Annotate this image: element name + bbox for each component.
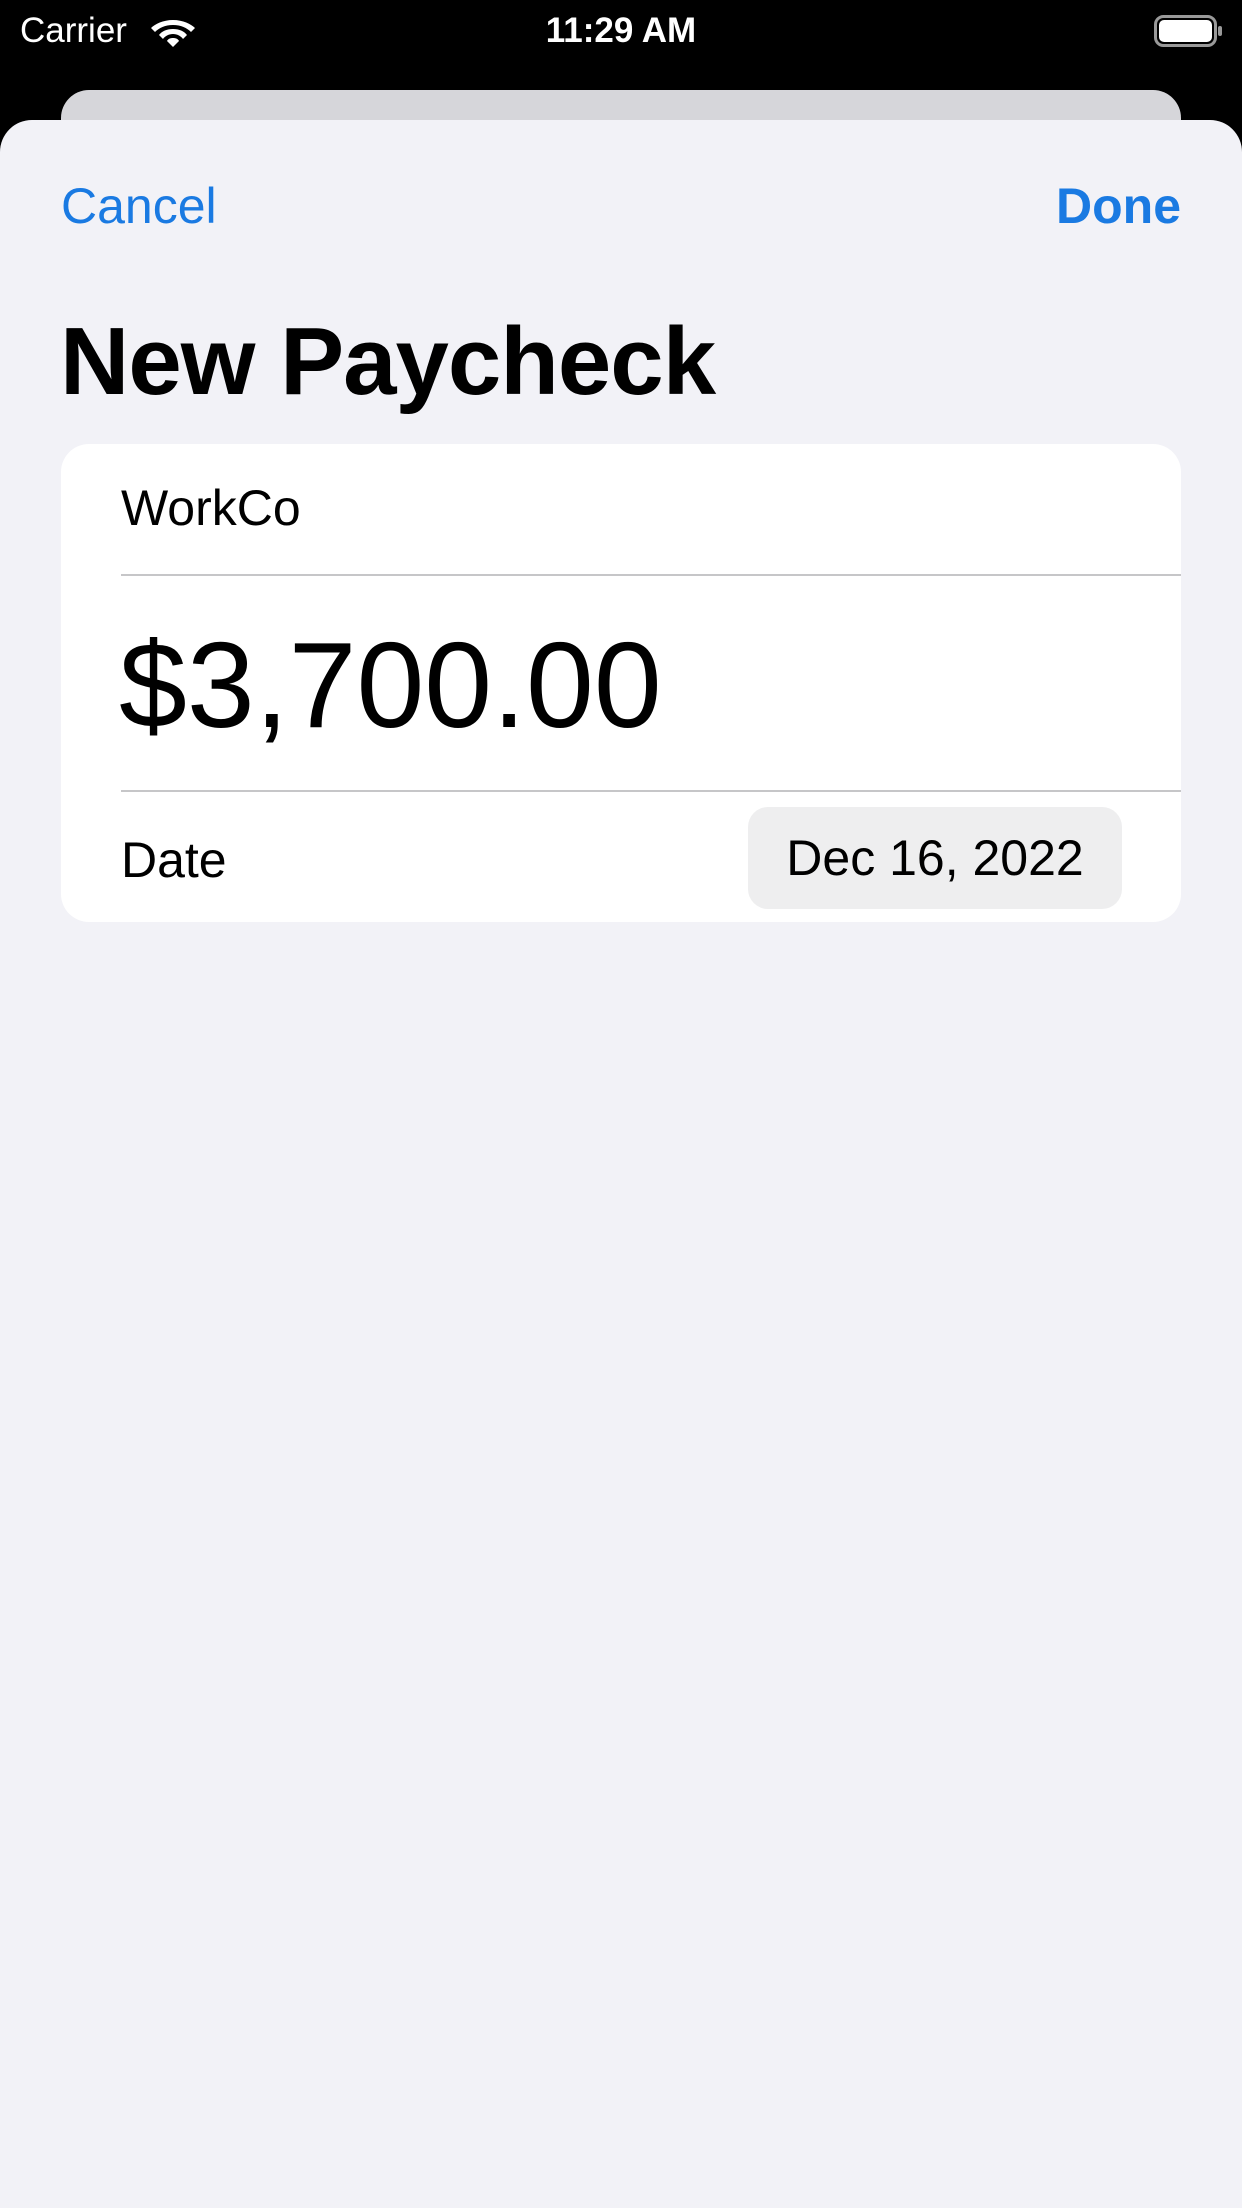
paycheck-form-card: Date Dec 16, 2022 [61,444,1181,922]
date-picker-button[interactable]: Dec 16, 2022 [748,807,1122,909]
battery-icon [1154,15,1222,47]
amount-field[interactable] [119,620,1119,750]
amount-row [61,576,1181,790]
date-row: Date Dec 16, 2022 [61,792,1181,922]
modal-sheet [0,120,1242,2208]
status-bar: Carrier 11:29 AM [0,0,1242,62]
date-value: Dec 16, 2022 [786,830,1084,886]
employer-field[interactable] [121,478,1121,538]
status-time: 11:29 AM [545,11,697,50]
employer-row [61,444,1181,575]
page-title: New Paycheck [60,308,716,415]
cancel-button[interactable]: Cancel [61,178,217,234]
date-label: Date [121,832,227,888]
done-button[interactable]: Done [1056,178,1181,234]
